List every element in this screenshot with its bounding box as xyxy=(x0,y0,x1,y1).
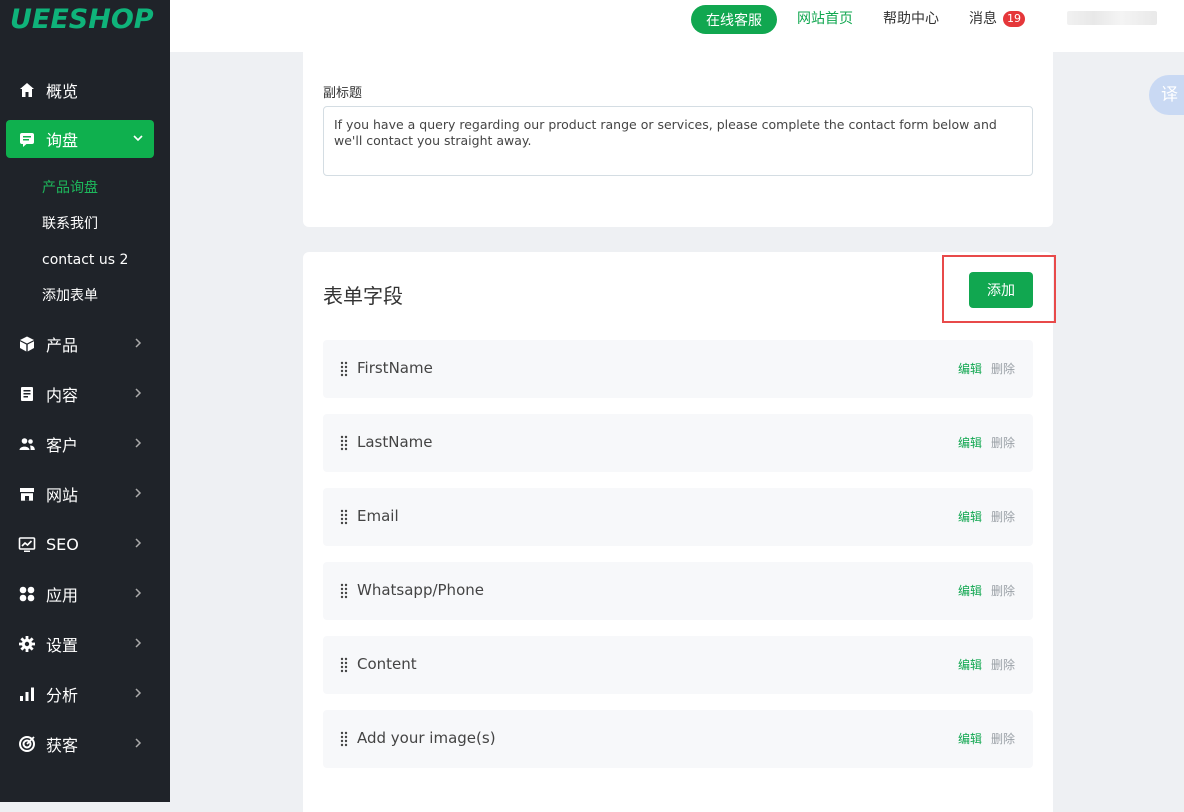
section-title: 表单字段 xyxy=(323,284,403,308)
edit-link[interactable]: 编辑 xyxy=(958,656,982,673)
logo[interactable]: UEESHOP xyxy=(10,2,154,38)
subtitle-label: 副标题 xyxy=(323,86,363,101)
drag-handle-icon[interactable] xyxy=(340,435,348,451)
apps-icon xyxy=(18,585,36,603)
edit-link[interactable]: 编辑 xyxy=(958,508,982,525)
drag-handle-icon[interactable] xyxy=(340,583,348,599)
message-icon xyxy=(18,130,36,148)
gear-icon xyxy=(18,635,36,653)
target-icon xyxy=(18,735,36,753)
user-account[interactable] xyxy=(1067,11,1157,25)
sidebar-item-label: 产品 xyxy=(46,336,79,355)
chevron-right-icon xyxy=(135,638,142,648)
form-field-name: Whatsapp/Phone xyxy=(357,581,484,599)
chevron-right-icon xyxy=(135,338,142,348)
edit-link[interactable]: 编辑 xyxy=(958,360,982,377)
sidebar-item-acquisition[interactable]: 获客 xyxy=(6,725,154,763)
bar-chart-icon xyxy=(18,685,36,703)
website-home-link[interactable]: 网站首页 xyxy=(797,10,853,28)
chevron-right-icon xyxy=(135,688,142,698)
home-icon xyxy=(18,81,36,99)
sidebar-item-label: 分析 xyxy=(46,686,79,705)
form-field-row[interactable]: LastName 编辑 删除 xyxy=(323,414,1033,472)
online-service-button[interactable]: 在线客服 xyxy=(691,5,777,34)
sidebar-item-seo[interactable]: SEO xyxy=(6,525,154,563)
chevron-down-icon xyxy=(133,135,143,142)
subnav-add-form[interactable]: 添加表单 xyxy=(42,286,98,306)
edit-link[interactable]: 编辑 xyxy=(958,730,982,747)
form-fields-card: 表单字段 添加 FirstName 编辑 删除 LastName 编辑 删除 E… xyxy=(303,252,1056,812)
help-center-link[interactable]: 帮助中心 xyxy=(883,10,939,28)
document-icon xyxy=(18,385,36,403)
top-bar: 在线客服 网站首页 帮助中心 消息 19 xyxy=(170,0,1184,52)
sidebar-item-label: 网站 xyxy=(46,486,79,505)
edit-link[interactable]: 编辑 xyxy=(958,434,982,451)
form-field-name: Email xyxy=(357,507,399,525)
delete-link[interactable]: 删除 xyxy=(991,582,1015,599)
sidebar-item-label: 获客 xyxy=(46,736,79,755)
chevron-right-icon xyxy=(135,388,142,398)
delete-link[interactable]: 删除 xyxy=(991,434,1015,451)
form-field-row[interactable]: Content 编辑 删除 xyxy=(323,636,1033,694)
chevron-right-icon xyxy=(135,438,142,448)
subnav-contact-us-2[interactable]: contact us 2 xyxy=(42,250,128,270)
form-field-name: Add your image(s) xyxy=(357,729,496,747)
form-field-row[interactable]: Email 编辑 删除 xyxy=(323,488,1033,546)
users-icon xyxy=(18,435,36,453)
delete-link[interactable]: 删除 xyxy=(991,730,1015,747)
subnav-product-inquiry[interactable]: 产品询盘 xyxy=(42,178,98,198)
chart-screen-icon xyxy=(18,535,36,553)
sidebar-item-content[interactable]: 内容 xyxy=(6,375,154,413)
sidebar-item-label: 设置 xyxy=(46,636,79,655)
box-icon xyxy=(18,335,36,353)
sidebar-item-website[interactable]: 网站 xyxy=(6,475,154,513)
sidebar-item-label: SEO xyxy=(46,534,79,554)
sidebar-item-customers[interactable]: 客户 xyxy=(6,425,154,463)
delete-link[interactable]: 删除 xyxy=(991,508,1015,525)
form-field-name: Content xyxy=(357,655,417,673)
edit-link[interactable]: 编辑 xyxy=(958,582,982,599)
subnav-contact-us[interactable]: 联系我们 xyxy=(42,214,98,234)
subtitle-textarea[interactable]: If you have a query regarding our produc… xyxy=(323,106,1033,176)
sidebar-item-inquiry[interactable]: 询盘 xyxy=(6,120,154,158)
subtitle-card: 副标题 If you have a query regarding our pr… xyxy=(303,52,1053,227)
sidebar-item-overview[interactable]: 概览 xyxy=(6,71,154,109)
form-field-name: LastName xyxy=(357,433,433,451)
form-field-row[interactable]: Whatsapp/Phone 编辑 删除 xyxy=(323,562,1033,620)
translate-button[interactable]: 译 xyxy=(1149,75,1184,115)
store-icon xyxy=(18,485,36,503)
chevron-right-icon xyxy=(135,588,142,598)
chevron-right-icon xyxy=(135,488,142,498)
delete-link[interactable]: 删除 xyxy=(991,656,1015,673)
add-field-button[interactable]: 添加 xyxy=(969,272,1033,308)
delete-link[interactable]: 删除 xyxy=(991,360,1015,377)
sidebar-item-label: 询盘 xyxy=(46,131,79,150)
drag-handle-icon[interactable] xyxy=(340,509,348,525)
messages-link[interactable]: 消息 xyxy=(969,10,997,28)
sidebar-item-analytics[interactable]: 分析 xyxy=(6,675,154,713)
sidebar-item-label: 客户 xyxy=(46,436,79,455)
sidebar-item-products[interactable]: 产品 xyxy=(6,325,154,363)
sidebar-item-label: 内容 xyxy=(46,386,79,405)
drag-handle-icon[interactable] xyxy=(340,657,348,673)
form-field-row[interactable]: Add your image(s) 编辑 删除 xyxy=(323,710,1033,768)
drag-handle-icon[interactable] xyxy=(340,731,348,747)
form-field-row[interactable]: FirstName 编辑 删除 xyxy=(323,340,1033,398)
chevron-right-icon xyxy=(135,738,142,748)
sidebar-item-settings[interactable]: 设置 xyxy=(6,625,154,663)
sidebar: UEESHOP 概览 询盘 产品询盘 联系我们 contact us 2 添加表… xyxy=(0,0,170,802)
sidebar-item-label: 概览 xyxy=(46,82,79,101)
form-field-name: FirstName xyxy=(357,359,433,377)
sidebar-item-apps[interactable]: 应用 xyxy=(6,575,154,613)
drag-handle-icon[interactable] xyxy=(340,361,348,377)
messages-count-badge: 19 xyxy=(1003,11,1025,27)
sidebar-item-label: 应用 xyxy=(46,586,79,605)
chevron-right-icon xyxy=(135,538,142,548)
